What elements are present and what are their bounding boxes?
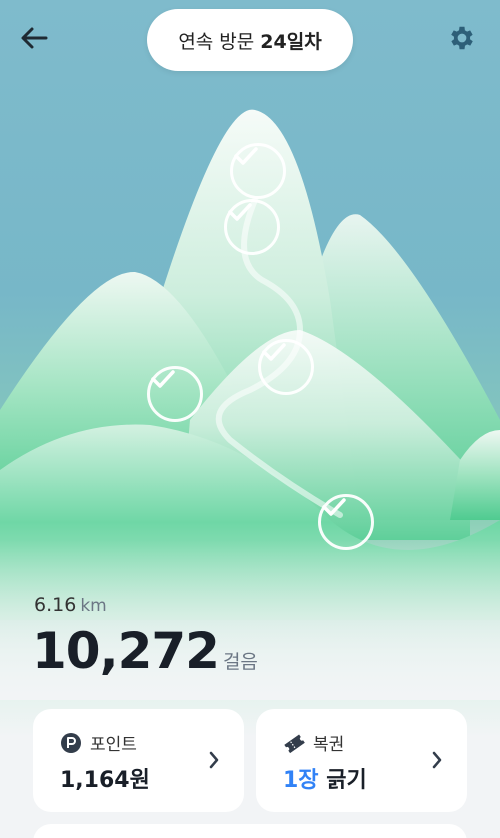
gear-icon — [451, 26, 473, 50]
back-button[interactable] — [14, 18, 54, 58]
settings-button[interactable] — [442, 18, 482, 58]
checkpoint-2 — [224, 199, 280, 255]
checkpoint-4 — [147, 366, 203, 422]
checkpoint-5 — [318, 494, 374, 550]
check-icon — [234, 147, 258, 165]
checkpoint-1 — [230, 143, 286, 199]
next-card-partial — [33, 824, 467, 838]
check-icon — [262, 343, 286, 361]
chevron-right-icon — [209, 751, 219, 769]
distance-unit: km — [80, 596, 107, 616]
streak-days: 24일차 — [260, 30, 322, 53]
steps-value: 10,272 — [32, 622, 220, 680]
check-icon — [322, 498, 346, 516]
checkpoint-3 — [258, 339, 314, 395]
steps-readout: 10,272 걸음 — [32, 622, 258, 680]
points-card[interactable]: 포인트 1,164원 — [33, 709, 244, 812]
check-icon — [228, 203, 252, 221]
streak-label: 연속 방문 — [178, 30, 255, 53]
check-icon — [151, 370, 175, 388]
points-value: 1,164원 — [60, 768, 150, 793]
steps-unit: 걸음 — [222, 651, 258, 673]
point-p-icon — [61, 732, 81, 753]
lottery-card[interactable]: 복권 1장 긁기 — [256, 709, 467, 812]
lottery-action: 긁기 — [326, 768, 367, 793]
streak-badge: 연속 방문 24일차 — [147, 9, 353, 71]
lottery-label: 복권 — [313, 735, 345, 755]
points-label: 포인트 — [90, 735, 137, 755]
lottery-count: 1장 — [283, 768, 319, 793]
distance-readout: 6.16 km — [34, 594, 107, 616]
ticket-icon — [284, 734, 305, 753]
distance-value: 6.16 — [34, 594, 77, 616]
lottery-value: 1장 긁기 — [283, 762, 367, 794]
back-arrow-icon — [21, 27, 48, 49]
chevron-right-icon — [432, 751, 442, 769]
